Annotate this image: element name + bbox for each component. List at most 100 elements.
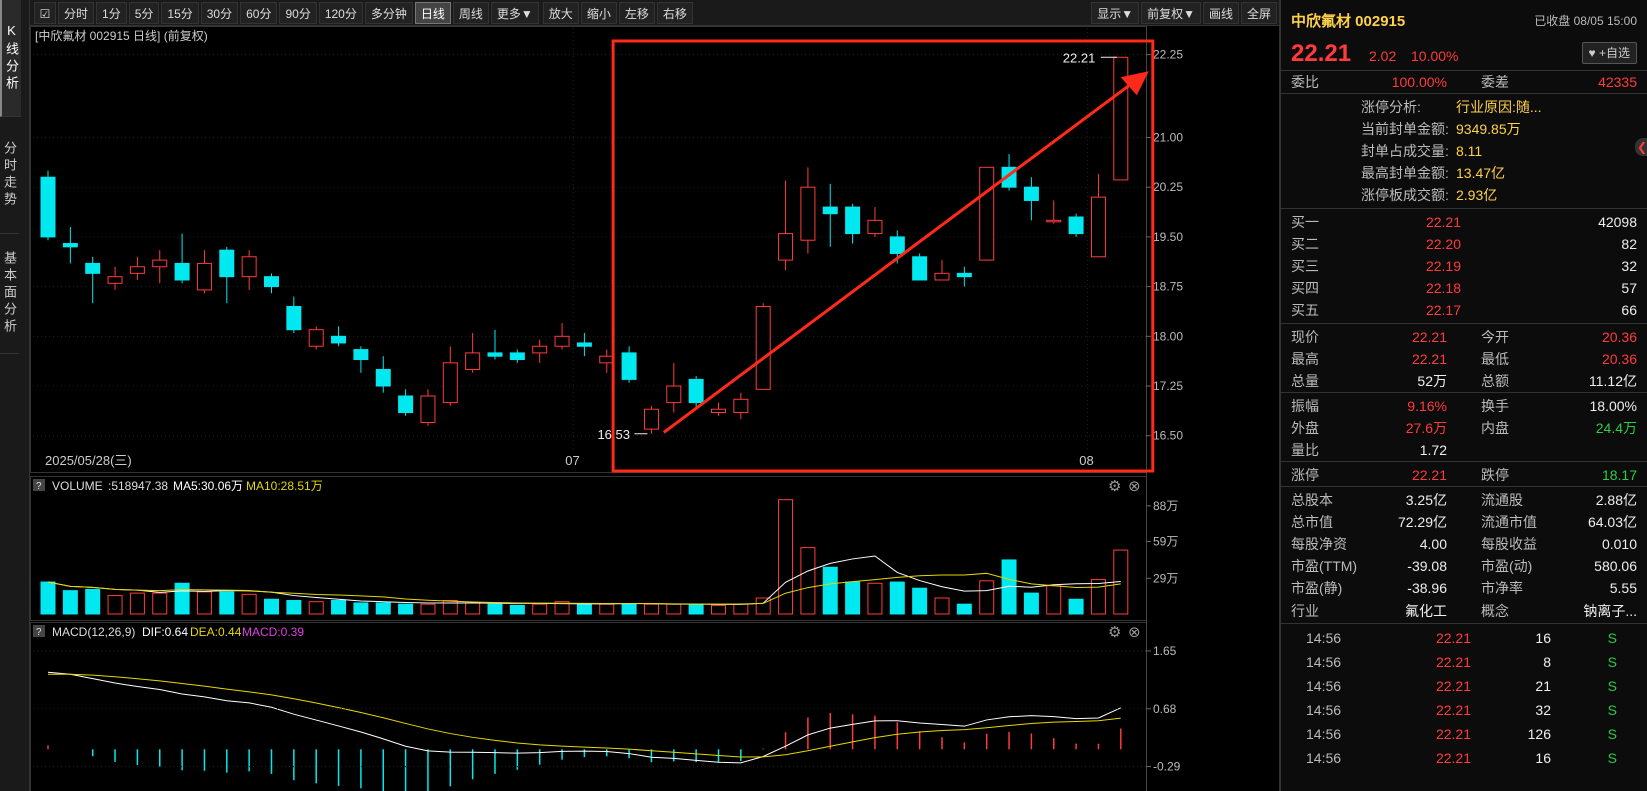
volume-bar [1046,585,1062,615]
limit-analysis-value[interactable]: 行业原因:随... [1456,96,1542,118]
stat-row: 现价 22.21 今开 20.36 [1281,326,1647,348]
candle[interactable] [1068,213,1084,237]
period-button-3[interactable]: 15分 [161,1,199,24]
volume-bar [107,595,123,615]
stat-label: 总市值 [1291,514,1333,530]
chart-area[interactable]: [中欣氟材 002915 日线] (前复权) 22.25 21.00 20.25 19.… [30,26,1279,791]
stat-label: 换手 [1481,398,1509,414]
candle[interactable] [40,170,56,241]
volume-bar [375,602,391,615]
macd-label: MACD(12,26,9) [52,625,135,639]
action-button-3[interactable]: 右移 [656,1,693,24]
bid-row: 买五 22.17 66 [1281,299,1647,321]
close-icon[interactable]: ⊗ [1128,624,1141,641]
candle-body [286,305,302,331]
gear-icon[interactable]: ⚙ [1108,624,1121,641]
period-button-2[interactable]: 5分 [128,1,160,24]
tab-kline-analysis[interactable]: K线分析 [0,0,21,117]
toolbar-right-button-0[interactable]: 显示▼ [1091,1,1140,24]
heart-icon: ♥ [1588,46,1596,60]
price-tick-label: 20.25 [1153,180,1183,194]
candle[interactable] [643,405,659,434]
price-change: 2.02 [1369,48,1397,64]
candle[interactable] [912,253,928,281]
volume-ma10: MA10:28.51万 [246,479,323,493]
candle-body [979,166,995,261]
stat-value: 20.36 [1601,329,1637,345]
tick-list[interactable]: 14:56 22.21 16 S 14:56 22.21 8 S 14:56 22.21 21 S 14… [1281,624,1647,770]
candle-body [174,262,190,281]
candle-body [1023,186,1039,201]
candle-body [152,259,168,268]
limit-analysis-label: 涨停板成交额: [1361,187,1449,203]
stat-row: 总量 52万 总额 11.12亿 [1281,370,1647,392]
toggle-checkbox-icon[interactable]: ☑ [34,1,56,24]
stat-label: 量比 [1291,442,1319,458]
candle[interactable] [1113,56,1129,181]
period-button-7[interactable]: 120分 [318,1,363,24]
volume-tick-label: 59万 [1153,534,1178,548]
volume-bar [219,591,235,615]
date-axis-label: 08 [1079,453,1093,468]
stat-label: 最高 [1291,351,1319,367]
gear-icon[interactable]: ⚙ [1108,478,1121,495]
period-button-9[interactable]: 日线 [414,1,451,24]
kline-chart[interactable]: [中欣氟材 002915 日线] (前复权) 22.25 21.00 20.25 19.… [30,26,1279,791]
volume-bar [174,582,190,615]
candle[interactable] [755,303,771,390]
candle-body [107,276,123,284]
bid-volume: 66 [1621,302,1637,318]
bid-price: 22.19 [1425,258,1461,274]
volume-bar [509,604,525,615]
candle[interactable] [979,166,995,261]
volume-bar [152,592,168,615]
concept-link[interactable]: 钠离子... [1583,599,1637,623]
candle[interactable] [308,326,324,350]
limit-analysis-label: 涨停分析: [1361,99,1421,115]
action-button-2[interactable]: 左移 [618,1,655,24]
action-button-1[interactable]: 缩小 [580,1,617,24]
bid-volume: 32 [1621,258,1637,274]
industry-link[interactable]: 氟化工 [1405,599,1447,623]
toolbar-right-button-3[interactable]: 全屏 [1240,1,1277,24]
period-button-4[interactable]: 30分 [200,1,239,24]
period-button-0[interactable]: 分时 [58,1,95,24]
tab-intraday[interactable]: 分时走势 [0,117,19,234]
tick-side: S [1607,750,1617,766]
stat-label: 每股净资 [1291,536,1347,552]
period-button-6[interactable]: 90分 [279,1,317,24]
period-button-1[interactable]: 1分 [96,1,127,24]
volume-bar [331,599,347,615]
period-button-5[interactable]: 60分 [240,1,278,24]
stat-value: 52万 [1417,373,1447,389]
limit-up-analysis: 涨停分析: 行业原因:随... 当前封单金额: 9349.85万 封单占成交量: 8.11… [1281,94,1647,208]
stat-value: 9.16% [1407,398,1447,414]
price-tick-label: 18.75 [1153,280,1183,294]
stat-value: 580.06 [1594,558,1637,574]
add-watchlist-button[interactable]: ♥ +自选 [1581,42,1637,64]
candle-body [40,176,56,238]
volume-bar [1023,592,1039,615]
candle-body [331,335,347,344]
chart-toolbar: ☑ 分时 1分 5分 15分 30分 60分 90分 120分 多分钟 日线 周线 更多▼ 放大 缩小左… [30,0,1279,26]
close-icon[interactable]: ⊗ [1128,478,1141,495]
period-button-8[interactable]: 多分钟 [364,1,413,24]
candle-body [733,398,749,414]
toolbar-right-button-2[interactable]: 画线 [1202,1,1239,24]
candle-body [643,408,659,430]
stat-value: 0.010 [1601,536,1637,552]
candle-body [912,256,928,281]
tick-volume: 8 [1543,654,1551,670]
candle-body [420,395,436,423]
price-tick-label: 18.00 [1153,329,1183,343]
period-button-11[interactable]: 更多▼ [490,1,539,24]
toolbar-right-button-1[interactable]: 前复权▼ [1141,1,1201,24]
tab-fundamentals[interactable]: 基本面分析 [0,234,19,354]
trade-stats: 振幅 9.16% 换手 18.00% 外盘 27.6万 内盘 24.4万 量比 1.72 [1281,393,1647,461]
tick-row: 14:56 22.21 16 S [1281,746,1647,770]
candle-body [621,352,637,380]
period-button-10[interactable]: 周线 [452,1,489,24]
candle-body [800,186,816,241]
action-button-0[interactable]: 放大 [542,1,579,24]
candle-body [554,335,570,347]
